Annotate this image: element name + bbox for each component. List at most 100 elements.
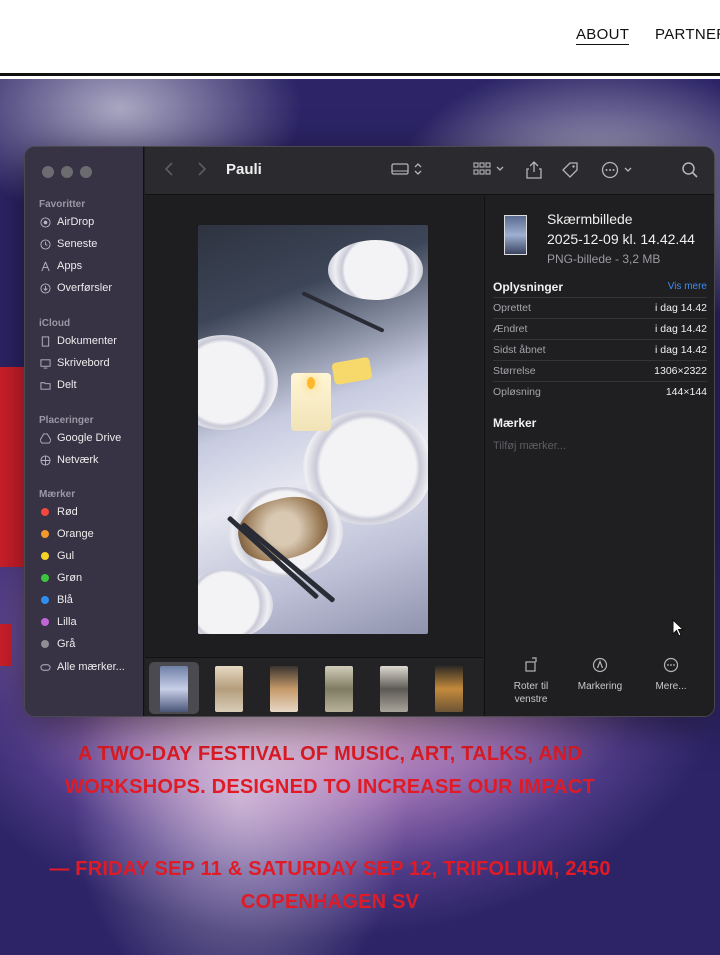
network-icon <box>39 454 51 466</box>
tag-icon[interactable] <box>561 161 579 185</box>
info-value: i dag 14.42 <box>655 323 707 335</box>
rotate-left-button[interactable]: Roter til venstre <box>496 656 566 706</box>
share-icon[interactable] <box>526 161 542 185</box>
nav-partner-link[interactable]: PARTNER <box>655 26 720 43</box>
close-window-button[interactable] <box>42 166 54 178</box>
zoom-window-button[interactable] <box>80 166 92 178</box>
finder-window: Favoritter AirDrop Seneste Apps Overførs… <box>24 146 715 717</box>
back-chevron-icon[interactable] <box>164 161 174 183</box>
info-value: i dag 14.42 <box>655 302 707 314</box>
gallery-preview <box>145 196 483 656</box>
hero-red-graphic <box>0 367 26 567</box>
tag-color-dot <box>41 640 49 648</box>
tag-color-dot <box>41 596 49 604</box>
info-value: 144×144 <box>665 386 707 398</box>
file-thumbnail <box>504 215 527 255</box>
file-name: Skærmbillede 2025-12-09 kl. 14.42.44 <box>547 209 695 249</box>
sidebar-item-seneste[interactable]: Seneste <box>39 234 97 254</box>
info-row-modified: Ændret i dag 14.42 <box>493 318 707 339</box>
sidebar-item-skrivebord[interactable]: Skrivebord <box>39 353 110 373</box>
sidebar-item-airdrop[interactable]: AirDrop <box>39 212 94 232</box>
sidebar-item-label: Orange <box>57 528 94 540</box>
info-row-resolution: Opløsning 144×144 <box>493 381 707 402</box>
quick-actions: Roter til venstre Markering Mere... <box>485 656 714 716</box>
sidebar-item-label: Rød <box>57 506 78 518</box>
festival-description: A TWO-DAY FESTIVAL OF MUSIC, ART, TALKS,… <box>65 743 595 798</box>
sidebar-tag-red[interactable]: Rød <box>39 502 78 522</box>
sidebar-item-label: Lilla <box>57 616 77 628</box>
sidebar-tag-yellow[interactable]: Gul <box>39 546 74 566</box>
sidebar-item-delt[interactable]: Delt <box>39 375 77 395</box>
minimize-window-button[interactable] <box>61 166 73 178</box>
add-tags-field[interactable]: Tilføj mærker... <box>493 440 566 452</box>
sidebar-tag-orange[interactable]: Orange <box>39 524 94 544</box>
forward-chevron-icon[interactable] <box>197 161 207 183</box>
info-key: Ændret <box>493 323 528 335</box>
sidebar-tag-blue[interactable]: Blå <box>39 590 73 610</box>
info-row-created: Oprettet i dag 14.42 <box>493 297 707 318</box>
sidebar-tag-purple[interactable]: Lilla <box>39 612 77 632</box>
apps-icon <box>39 260 51 272</box>
ellipsis-circle-icon <box>636 656 706 680</box>
file-name-line1: Skærmbillede <box>547 211 633 227</box>
finder-toolbar: Pauli <box>145 147 714 195</box>
markup-label: Markering <box>577 681 623 692</box>
sidebar-item-label: Alle mærker... <box>57 661 125 673</box>
sidebar-all-tags[interactable]: Alle mærker... <box>39 657 125 677</box>
info-value: 1306×2322 <box>654 365 707 377</box>
sidebar-item-label: Netværk <box>57 454 99 466</box>
thumbnail-strip <box>145 657 483 716</box>
group-grid-icon[interactable] <box>473 161 509 183</box>
thumbnail-1[interactable] <box>160 666 188 712</box>
sidebar-item-label: Apps <box>57 260 83 272</box>
info-key: Sidst åbnet <box>493 344 546 356</box>
document-icon <box>39 335 51 347</box>
preview-image[interactable] <box>198 225 428 634</box>
sidebar-item-overforsler[interactable]: Overførsler <box>39 278 112 298</box>
info-value: i dag 14.42 <box>655 344 707 356</box>
info-section-header: Oplysninger <box>493 280 564 294</box>
file-name-line2: 2025-12-09 kl. 14.42.44 <box>547 231 695 247</box>
markup-button[interactable]: Markering <box>565 656 635 693</box>
rotate-left-label-2: venstre <box>514 694 548 705</box>
more-options-icon[interactable] <box>601 161 635 185</box>
sidebar-item-google-drive[interactable]: Google Drive <box>39 428 121 448</box>
sidebar-section-tags: Mærker <box>39 489 76 500</box>
sidebar-item-label: Gul <box>57 550 75 562</box>
thumbnail-3[interactable] <box>270 666 298 712</box>
desktop-icon <box>39 357 51 369</box>
sidebar-item-dokumenter[interactable]: Dokumenter <box>39 331 117 351</box>
info-key: Oprettet <box>493 302 531 314</box>
tag-color-dot <box>41 530 49 538</box>
plate-graphic <box>198 335 278 430</box>
clock-icon <box>39 238 51 250</box>
search-icon[interactable] <box>681 161 699 185</box>
tag-color-dot <box>41 574 49 582</box>
sidebar-item-label: Dokumenter <box>57 335 117 347</box>
sidebar-item-apps[interactable]: Apps <box>39 256 82 276</box>
sidebar-section-icloud: iCloud <box>39 318 71 329</box>
nav-about-link[interactable]: ABOUT <box>576 26 630 45</box>
rotate-left-icon <box>496 656 566 680</box>
flame-graphic <box>307 377 315 389</box>
sidebar-item-netvaerk[interactable]: Netværk <box>39 450 99 470</box>
sidebar-item-label: Delt <box>57 379 77 391</box>
drive-icon <box>39 432 51 444</box>
show-more-link[interactable]: Vis mere <box>668 281 707 292</box>
sidebar-tag-green[interactable]: Grøn <box>39 568 82 588</box>
thumbnail-2[interactable] <box>215 666 243 712</box>
thumbnail-5[interactable] <box>380 666 408 712</box>
sidebar-item-label: Overførsler <box>57 282 112 294</box>
tags-section-header: Mærker <box>493 416 537 430</box>
more-actions-button[interactable]: Mere... <box>636 656 706 693</box>
sidebar-tag-gray[interactable]: Grå <box>39 634 75 654</box>
view-mode-icon[interactable] <box>391 161 425 183</box>
festival-date: — FRIDAY SEP 11 & SATURDAY SEP 12, TRIFO… <box>49 858 611 913</box>
sidebar-item-label: Skrivebord <box>57 357 110 369</box>
thumbnail-6[interactable] <box>435 666 463 712</box>
more-actions-label: Mere... <box>655 681 687 692</box>
thumbnail-4[interactable] <box>325 666 353 712</box>
site-header: ABOUT PARTNER <box>0 0 720 76</box>
download-icon <box>39 282 51 294</box>
info-row-size: Størrelse 1306×2322 <box>493 360 707 381</box>
